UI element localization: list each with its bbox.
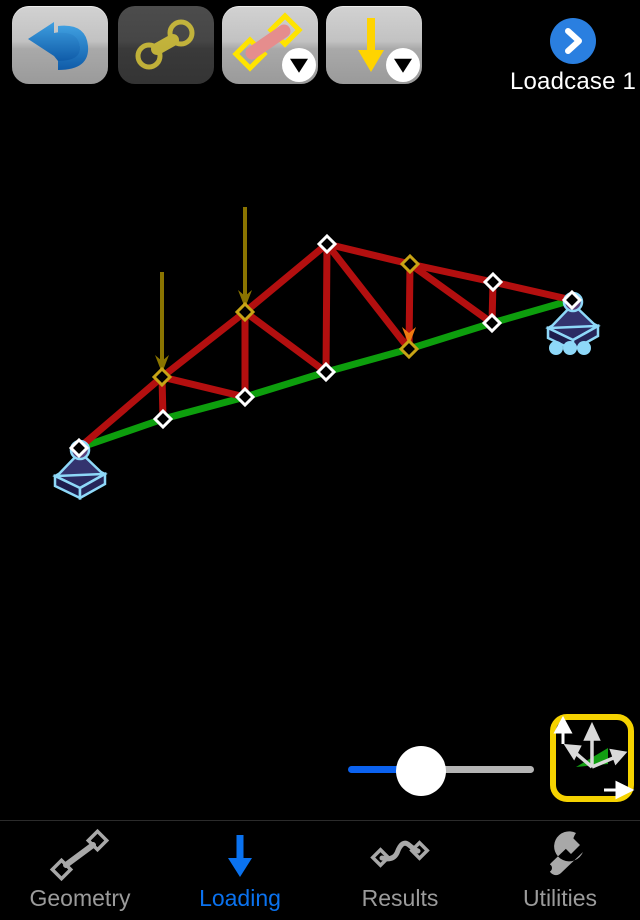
top-toolbar: Loadcase 1	[0, 0, 640, 100]
truss-model-drawing	[52, 207, 601, 501]
chevron-right-icon	[565, 28, 582, 54]
member-tension[interactable]	[322, 345, 413, 376]
zoom-slider[interactable]	[348, 746, 534, 796]
undo-arrow-icon	[28, 22, 89, 70]
member-tension[interactable]	[159, 393, 249, 423]
results-wave-icon	[369, 827, 431, 883]
load-arrow[interactable]	[238, 207, 252, 308]
tab-geometry-label: Geometry	[29, 885, 131, 911]
zoom-slider-track	[441, 766, 534, 773]
tab-results[interactable]: Results	[320, 821, 480, 920]
undo-button[interactable]	[12, 6, 108, 84]
tab-loading-label: Loading	[199, 885, 281, 911]
member-compression[interactable]	[241, 308, 330, 376]
member-compression[interactable]	[489, 278, 576, 304]
apply-load-dropdown-badge[interactable]	[386, 48, 420, 82]
tab-loading[interactable]: Loading	[160, 821, 320, 920]
tab-geometry[interactable]: Geometry	[0, 821, 160, 920]
member-bar-icon	[49, 827, 111, 883]
member-compression[interactable]	[158, 308, 249, 381]
node-marker[interactable]	[482, 271, 504, 293]
tab-results-label: Results	[361, 885, 439, 911]
member-dumbbell-icon	[135, 19, 195, 70]
bottom-tab-bar: Geometry Loading Results Utilities	[0, 820, 640, 920]
tab-utilities[interactable]: Utilities	[480, 821, 640, 920]
axis-orientation-widget[interactable]	[548, 712, 636, 804]
wrench-icon	[529, 827, 591, 883]
select-member-dropdown-badge[interactable]	[282, 48, 316, 82]
load-arrow[interactable]	[155, 272, 169, 373]
zoom-slider-fill	[348, 766, 400, 773]
loadcase-control[interactable]: Loadcase 1	[508, 18, 638, 96]
select-member-button[interactable]	[222, 6, 318, 84]
node-marker[interactable]	[234, 386, 256, 408]
model-viewport[interactable]	[0, 100, 640, 818]
apply-load-button[interactable]	[326, 6, 422, 84]
down-arrow-icon	[209, 827, 271, 883]
loadcase-next-button[interactable]	[550, 18, 596, 64]
members-group	[75, 240, 576, 452]
member-tension[interactable]	[405, 319, 496, 353]
loadcase-label: Loadcase 1	[509, 68, 637, 95]
axis-triad-icon	[550, 714, 635, 802]
member-tension[interactable]	[241, 368, 330, 401]
member-button[interactable]	[118, 6, 214, 84]
member-compression[interactable]	[241, 240, 331, 316]
zoom-slider-thumb[interactable]	[395, 746, 446, 796]
tab-utilities-label: Utilities	[522, 885, 598, 911]
member-compression[interactable]	[322, 240, 331, 376]
member-compression[interactable]	[158, 373, 249, 401]
truss-app-screen: Loadcase 1 Geometry Loading Results Util…	[0, 0, 640, 920]
